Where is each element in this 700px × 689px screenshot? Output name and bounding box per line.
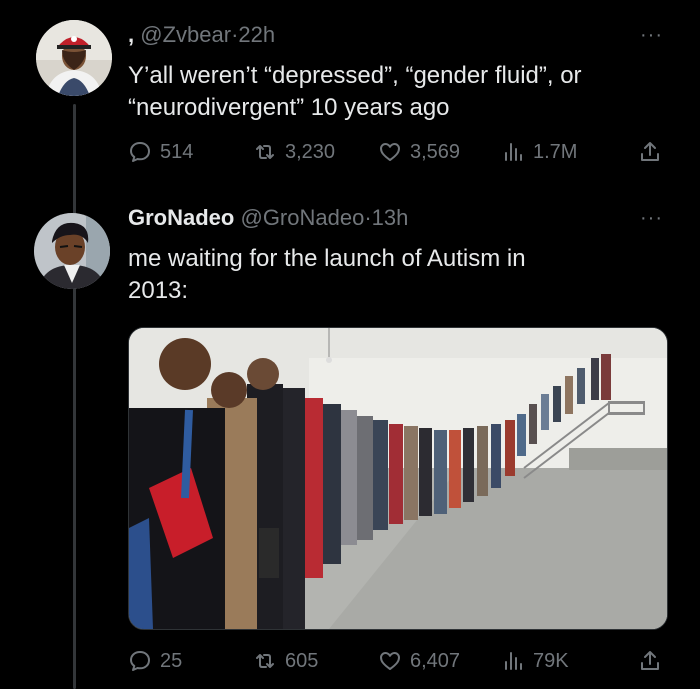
tweet-text: Y’all weren’t “depressed”, “gender fluid… [128, 60, 582, 124]
tweet-text-line: 2013: [128, 277, 189, 304]
retweet-icon [256, 145, 274, 159]
tweet-text-line: Y’all weren’t “depressed”, “gender fluid… [128, 62, 582, 89]
tweet-text-line: me waiting for the launch of Autism in [128, 245, 526, 272]
views-button[interactable]: 79K [501, 644, 569, 678]
like-icon [380, 143, 400, 161]
reply-button[interactable]: 514 [128, 135, 193, 169]
views-icon [505, 652, 522, 670]
timestamp[interactable]: 22h [238, 22, 275, 47]
like-button[interactable]: 6,407 [378, 644, 460, 678]
retweet-count: 605 [285, 649, 319, 672]
tweet-text: me waiting for the launch of Autism in 2… [128, 243, 526, 307]
user-handle[interactable]: @Zvbear [140, 22, 231, 47]
share-button[interactable] [638, 135, 662, 169]
display-name[interactable]: , [128, 22, 134, 47]
tweet-header: , @Zvbear·22h [128, 22, 275, 48]
like-button[interactable]: 3,569 [378, 135, 460, 169]
retweet-count: 3,230 [285, 140, 336, 163]
share-icon [641, 651, 659, 670]
reply-count: 514 [160, 140, 194, 163]
like-count: 6,407 [410, 649, 461, 672]
like-icon [380, 652, 400, 670]
separator-dot: · [364, 205, 372, 230]
retweet-icon [256, 654, 274, 668]
reply-icon [130, 651, 150, 671]
retweet-button[interactable]: 3,230 [253, 135, 335, 169]
tweet-text-line: “neurodivergent” 10 years ago [128, 94, 450, 121]
thread-connector-line [73, 104, 76, 689]
more-options-icon[interactable]: ··· [640, 24, 663, 47]
tweet-header: GroNadeo @GroNadeo·13h [128, 205, 408, 231]
reply-count: 25 [160, 649, 183, 672]
share-button[interactable] [638, 644, 662, 678]
reply-button[interactable]: 25 [128, 644, 182, 678]
view-count: 79K [533, 649, 569, 672]
tweet-actions: 25 605 6,407 79K [128, 644, 668, 678]
queue-photo [129, 328, 667, 629]
share-icon [641, 142, 659, 161]
tweet-image[interactable] [128, 327, 668, 630]
avatar[interactable] [36, 20, 112, 96]
avatar[interactable] [34, 213, 110, 289]
view-count: 1.7M [533, 140, 578, 163]
timestamp[interactable]: 13h [372, 205, 409, 230]
views-button[interactable]: 1.7M [501, 135, 577, 169]
tweet-actions: 514 3,230 3,569 1.7M [128, 135, 668, 169]
retweet-button[interactable]: 605 [253, 644, 318, 678]
views-icon [505, 143, 522, 161]
user-handle[interactable]: @GroNadeo [240, 205, 364, 230]
like-count: 3,569 [410, 140, 461, 163]
more-options-icon[interactable]: ··· [640, 207, 663, 230]
display-name[interactable]: GroNadeo [128, 205, 234, 230]
reply-icon [130, 142, 150, 162]
